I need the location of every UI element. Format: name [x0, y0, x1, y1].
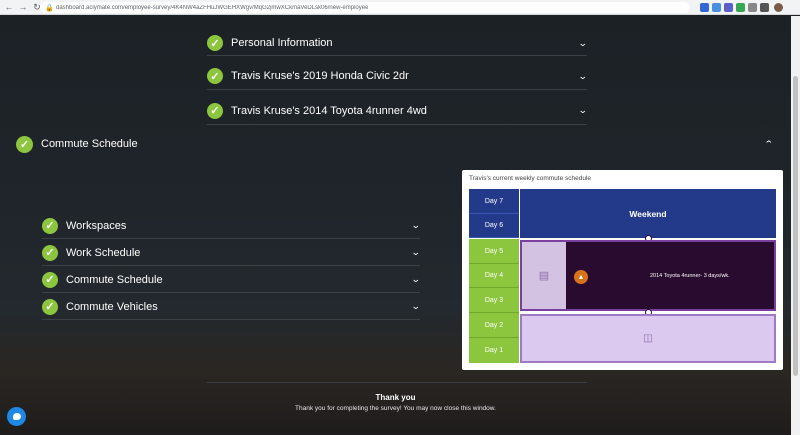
chevron-down-icon[interactable]: ⌄	[411, 301, 421, 312]
check-icon: ✓	[16, 135, 33, 153]
commute-vehicles-section[interactable]: ✓ Commute Vehicles ⌄	[42, 294, 421, 320]
thank-you-title: Thank you	[375, 393, 416, 402]
day-7-cell: Day 7	[469, 189, 519, 214]
car-icon: ▲	[574, 270, 588, 284]
check-icon: ✓	[207, 102, 223, 119]
honda-civic-section[interactable]: ✓ Travis Kruse's 2019 Honda Civic 2dr ⌄	[207, 63, 588, 90]
chevron-down-icon[interactable]: ⌄	[411, 247, 421, 258]
check-icon: ✓	[207, 35, 223, 51]
weekend-block: Weekend	[520, 189, 776, 238]
day-3-cell: Day 3	[469, 288, 519, 313]
day-6-cell: Day 6	[469, 214, 519, 238]
check-icon: ✓	[207, 68, 223, 84]
personal-information-section[interactable]: ✓ Personal Information ⌄	[207, 31, 588, 56]
section-label: Commute Schedule	[66, 273, 163, 286]
scrollbar-thumb[interactable]	[793, 76, 798, 376]
office-icon: ▤	[522, 242, 566, 309]
chevron-up-icon[interactable]: ⌃	[764, 139, 774, 150]
section-label: Travis Kruse's 2014 Toyota 4runner 4wd	[231, 104, 427, 117]
extension-icon-2[interactable]	[712, 3, 721, 12]
section-label: Commute Vehicles	[66, 300, 158, 313]
chevron-down-icon[interactable]: ⌄	[578, 38, 588, 49]
day-4-cell: Day 4	[469, 264, 519, 288]
chat-bubbles-icon: ◫	[643, 333, 653, 344]
section-divider	[207, 382, 587, 383]
vehicle-block-label: 2014 Toyota 4runner- 3 days/wk.	[650, 273, 730, 279]
day-5-cell: Day 5	[469, 239, 519, 264]
check-icon: ✓	[42, 244, 58, 261]
page-scrollbar[interactable]	[791, 16, 800, 435]
commute-schedule-card: Travis's current weekly commute schedule…	[462, 170, 783, 370]
section-label: Workspaces	[66, 219, 127, 232]
chevron-down-icon[interactable]: ⌄	[411, 274, 421, 285]
address-bar[interactable]: 🔒 dashboard.aclymate.com/employee-survey…	[40, 2, 690, 13]
extension-icon-3[interactable]	[724, 3, 733, 12]
forward-arrow-icon[interactable]: →	[18, 2, 28, 12]
section-label: Travis Kruse's 2019 Honda Civic 2dr	[231, 70, 409, 82]
check-icon: ✓	[42, 271, 58, 288]
commute-schedule-header[interactable]: ✓ Commute Schedule ⌃	[16, 134, 774, 154]
vehicle-commute-block[interactable]: ▤ ▲ 2014 Toyota 4runner- 3 days/wk.	[520, 240, 776, 311]
section-label: Personal Information	[231, 37, 333, 49]
url-text: dashboard.aclymate.com/employee-survey/4…	[56, 4, 369, 11]
remote-work-block[interactable]: ◫	[520, 314, 776, 363]
chat-widget-button[interactable]	[7, 407, 26, 426]
chat-icon	[12, 413, 21, 420]
extension-icon-4[interactable]	[736, 3, 745, 12]
extension-icon-5[interactable]	[748, 3, 757, 12]
browser-toolbar: ← → ↻ 🔒 dashboard.aclymate.com/employee-…	[0, 0, 800, 15]
extension-icon-6[interactable]	[760, 3, 769, 12]
chevron-down-icon[interactable]: ⌄	[578, 71, 588, 82]
profile-avatar[interactable]	[774, 3, 783, 12]
schedule-card-title: Travis's current weekly commute schedule	[469, 175, 592, 182]
workspaces-section[interactable]: ✓ Workspaces ⌄	[42, 213, 421, 239]
day-1-cell: Day 1	[469, 338, 519, 363]
extension-icon-1[interactable]	[700, 3, 709, 12]
work-schedule-section[interactable]: ✓ Work Schedule ⌄	[42, 240, 421, 266]
section-label: Work Schedule	[66, 246, 141, 259]
section-label: Commute Schedule	[41, 138, 138, 150]
chevron-down-icon[interactable]: ⌄	[578, 105, 588, 116]
chevron-down-icon[interactable]: ⌄	[411, 220, 421, 231]
toyota-4runner-section[interactable]: ✓ Travis Kruse's 2014 Toyota 4runner 4wd…	[207, 97, 588, 125]
lock-icon: 🔒	[45, 4, 54, 12]
commute-schedule-subsection[interactable]: ✓ Commute Schedule ⌄	[42, 267, 421, 293]
back-arrow-icon[interactable]: ←	[4, 2, 14, 12]
thank-you-message: Thank you for completing the survey! You…	[295, 405, 496, 412]
day-2-cell: Day 2	[469, 313, 519, 338]
check-icon: ✓	[42, 217, 58, 234]
check-icon: ✓	[42, 298, 58, 315]
